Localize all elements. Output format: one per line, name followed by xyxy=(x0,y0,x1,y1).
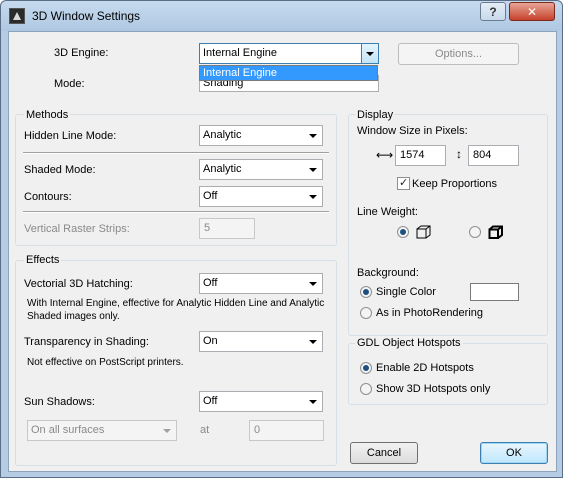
chevron-down-icon xyxy=(309,340,317,344)
transparency-value: On xyxy=(203,335,218,347)
close-button[interactable]: ✕ xyxy=(509,2,555,21)
keep-proportions-label: Keep Proportions xyxy=(412,178,497,190)
shaded-value: Analytic xyxy=(203,163,242,175)
single-color-radio[interactable] xyxy=(360,286,372,298)
divider xyxy=(23,152,329,154)
window-size-label: Window Size in Pixels: xyxy=(357,125,468,137)
as-in-photo-label: As in PhotoRendering xyxy=(376,307,484,319)
app-logo-icon xyxy=(9,8,25,24)
hidden-line-label: Hidden Line Mode: xyxy=(24,130,117,142)
engine-option-internal[interactable]: Internal Engine xyxy=(200,66,377,80)
sun-shadows-select[interactable]: Off xyxy=(199,391,323,412)
line-weight-bold-cube-icon xyxy=(488,225,503,239)
enable-2d-label: Enable 2D Hotspots xyxy=(376,362,474,374)
hatching-note: With Internal Engine, effective for Anal… xyxy=(27,298,325,322)
at-label: at xyxy=(200,424,210,436)
contours-select[interactable]: Off xyxy=(199,186,323,207)
single-color-label: Single Color xyxy=(376,286,436,298)
background-color-swatch[interactable] xyxy=(470,283,519,301)
close-icon: ✕ xyxy=(526,4,538,19)
shaded-label: Shaded Mode: xyxy=(24,164,96,176)
at-value: 0 xyxy=(254,424,261,436)
hidden-line-select[interactable]: Analytic xyxy=(199,125,323,146)
title-bar[interactable]: 3D Window Settings ? ✕ xyxy=(1,1,562,31)
show-3d-label: Show 3D Hotspots only xyxy=(376,383,491,395)
hidden-line-value: Analytic xyxy=(203,129,242,141)
engine-select[interactable]: Internal Engine xyxy=(199,43,379,64)
gdl-group xyxy=(348,343,548,405)
chevron-down-icon xyxy=(163,429,171,433)
effects-title: Effects xyxy=(24,254,62,266)
contours-label: Contours: xyxy=(24,191,72,203)
hatching-value: Off xyxy=(203,277,218,289)
chevron-down-icon xyxy=(309,400,317,404)
height-field[interactable]: 804 xyxy=(468,145,519,166)
chevron-down-icon xyxy=(309,282,317,286)
chevron-down-icon xyxy=(309,134,317,138)
chevron-down-icon xyxy=(366,52,374,56)
methods-title: Methods xyxy=(24,109,71,121)
mode-label: Mode: xyxy=(54,78,85,90)
ok-button[interactable]: OK xyxy=(480,442,548,464)
dialog-body: 3D Engine: Internal Engine Options... Mo… xyxy=(8,31,557,472)
line-weight-on-radio[interactable] xyxy=(397,226,409,238)
contours-value: Off xyxy=(203,190,218,202)
help-button[interactable]: ? xyxy=(480,2,506,21)
options-button[interactable]: Options... xyxy=(398,43,519,65)
raster-value: 5 xyxy=(204,222,211,234)
line-weight-cube-icon xyxy=(416,225,431,239)
surfaces-value: On all surfaces xyxy=(31,424,105,436)
engine-dropdown-list: Internal Engine xyxy=(199,65,378,81)
background-label: Background: xyxy=(357,267,419,279)
as-in-photo-radio[interactable] xyxy=(360,307,372,319)
sun-shadows-label: Sun Shadows: xyxy=(24,396,95,408)
dialog-window: 3D Window Settings ? ✕ 3D Engine: Intern… xyxy=(0,0,563,478)
window-title: 3D Window Settings xyxy=(32,9,141,23)
hatching-label: Vectorial 3D Hatching: xyxy=(24,278,133,290)
line-weight-label: Line Weight: xyxy=(357,206,418,218)
raster-field[interactable]: 5 xyxy=(199,218,255,239)
height-value: 804 xyxy=(473,149,492,161)
transparency-note: Not effective on PostScript printers. xyxy=(27,357,184,368)
divider xyxy=(23,211,329,213)
gdl-title: GDL Object Hotspots xyxy=(355,337,463,349)
transparency-label: Transparency in Shading: xyxy=(24,336,149,348)
shaded-select[interactable]: Analytic xyxy=(199,159,323,180)
engine-label: 3D Engine: xyxy=(54,47,109,59)
transparency-select[interactable]: On xyxy=(199,331,323,352)
line-weight-off-radio[interactable] xyxy=(469,226,481,238)
surfaces-select[interactable]: On all surfaces xyxy=(27,420,177,441)
height-arrow-icon: ↕ xyxy=(456,147,462,161)
at-field[interactable]: 0 xyxy=(249,420,324,441)
show-3d-radio[interactable] xyxy=(360,383,372,395)
sun-shadows-value: Off xyxy=(203,395,218,407)
keep-proportions-checkbox[interactable] xyxy=(397,176,410,190)
raster-label: Vertical Raster Strips: xyxy=(24,223,130,235)
width-arrow-icon: ⟷ xyxy=(376,148,394,162)
width-field[interactable]: 1574 xyxy=(395,145,446,166)
hatching-select[interactable]: Off xyxy=(199,273,323,294)
display-title: Display xyxy=(355,109,396,121)
enable-2d-radio[interactable] xyxy=(360,362,372,374)
engine-value: Internal Engine xyxy=(203,47,277,59)
cancel-button[interactable]: Cancel xyxy=(350,442,418,464)
chevron-down-icon xyxy=(309,195,317,199)
chevron-down-icon xyxy=(309,168,317,172)
engine-dropdown-button[interactable] xyxy=(361,44,378,63)
width-value: 1574 xyxy=(400,149,425,161)
